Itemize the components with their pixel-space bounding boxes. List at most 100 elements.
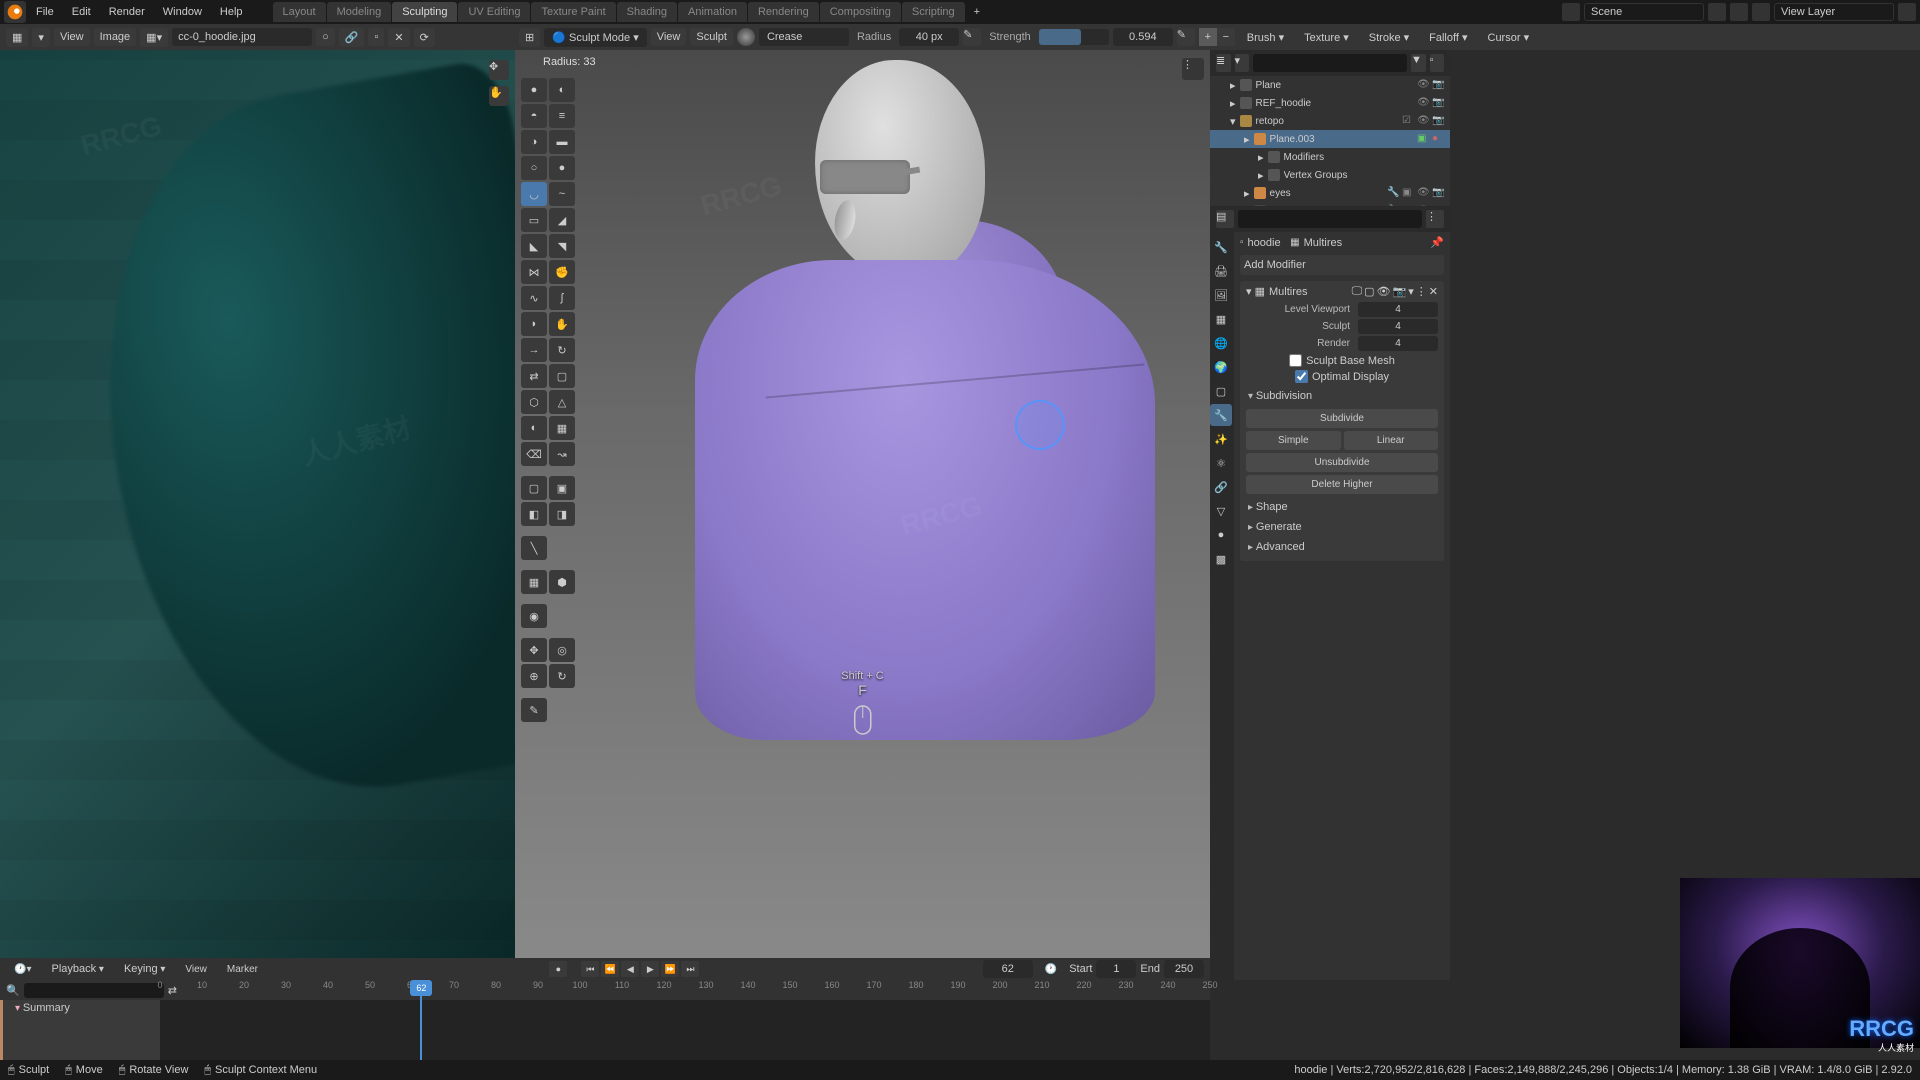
mod-realtime-icon[interactable]: 👁 xyxy=(1377,285,1391,298)
linear-button[interactable]: Linear xyxy=(1344,431,1439,450)
image-editor-viewport[interactable]: ✥ ✋ xyxy=(0,50,515,980)
outliner-display-mode-icon[interactable]: ▾ xyxy=(1235,54,1250,72)
subdivide-button[interactable]: Subdivide xyxy=(1246,409,1438,428)
scene-name-input[interactable] xyxy=(1584,3,1704,21)
tool-smooth[interactable]: ~ xyxy=(549,182,575,206)
tool-grab[interactable]: ✊ xyxy=(549,260,575,284)
tool-snake-hook[interactable]: ʃ xyxy=(549,286,575,310)
timeline-playback-menu[interactable]: Playback ▾ xyxy=(43,960,111,978)
image-mode-icon[interactable]: ▾ xyxy=(32,28,50,47)
tool-cloth[interactable]: ⬡ xyxy=(521,390,547,414)
tool-crease[interactable]: ◡ xyxy=(521,182,547,206)
current-frame-value[interactable]: 62 xyxy=(983,960,1033,978)
prop-tab-data[interactable]: ▽ xyxy=(1210,500,1232,522)
tool-clay-thumb[interactable]: ◑ xyxy=(521,130,547,154)
tool-box-mask[interactable]: ▢ xyxy=(521,476,547,500)
dd-falloff[interactable]: Falloff ▾ xyxy=(1421,28,1475,47)
tab-texture-paint[interactable]: Texture Paint xyxy=(531,2,615,22)
tool-edit-face-set[interactable]: ✥ xyxy=(521,638,547,662)
direction-add[interactable]: + xyxy=(1199,28,1217,46)
tab-uv-editing[interactable]: UV Editing xyxy=(458,2,530,22)
advanced-subpanel-header[interactable]: ▸ Advanced xyxy=(1246,537,1438,557)
optimal-display-checkbox[interactable] xyxy=(1295,370,1308,383)
prop-tab-tool[interactable]: 🔧 xyxy=(1210,236,1232,258)
render-level-value[interactable]: 4 xyxy=(1358,336,1438,351)
jump-prev-key-icon[interactable]: ⏪ xyxy=(601,961,619,977)
delete-higher-button[interactable]: Delete Higher xyxy=(1246,475,1438,494)
dd-cursor[interactable]: Cursor ▾ xyxy=(1480,28,1538,47)
menu-render[interactable]: Render xyxy=(101,2,153,22)
tool-fill[interactable]: ◢ xyxy=(549,208,575,232)
sculpt-base-mesh-checkbox[interactable] xyxy=(1289,354,1302,367)
viewlayer-icon[interactable] xyxy=(1752,3,1770,21)
dd-texture[interactable]: Texture ▾ xyxy=(1296,28,1357,47)
start-frame-value[interactable]: 1 xyxy=(1096,960,1136,978)
simple-button[interactable]: Simple xyxy=(1246,431,1341,450)
tool-flatten[interactable]: ▭ xyxy=(521,208,547,232)
generate-subpanel-header[interactable]: ▸ Generate xyxy=(1246,517,1438,537)
prop-tab-output[interactable]: 🖼 xyxy=(1210,284,1232,306)
add-workspace-button[interactable]: + xyxy=(966,2,988,22)
image-users-icon[interactable]: ○ xyxy=(316,28,335,46)
pin-icon[interactable]: 📌 xyxy=(1430,236,1444,249)
prop-tab-modifiers[interactable]: 🔧 xyxy=(1210,404,1232,426)
image-new-icon[interactable]: ▫ xyxy=(368,28,384,46)
mod-dropdown-icon[interactable]: ▾ xyxy=(1408,285,1414,298)
tool-layer[interactable]: ▬ xyxy=(549,130,575,154)
image-reload-icon[interactable]: ⟳ xyxy=(414,28,435,47)
play-icon[interactable]: ▶ xyxy=(641,961,659,977)
tab-animation[interactable]: Animation xyxy=(678,2,747,22)
tool-color-filter[interactable]: ◉ xyxy=(521,604,547,628)
scene-delete-icon[interactable] xyxy=(1730,3,1748,21)
editor-type-3dview-icon[interactable]: ⊞ xyxy=(519,28,540,47)
tool-scrape[interactable]: ◣ xyxy=(521,234,547,258)
tool-blob[interactable]: ● xyxy=(549,156,575,180)
image-menu-image[interactable]: Image xyxy=(94,28,137,46)
mod-close-icon[interactable]: ✕ xyxy=(1429,285,1438,298)
outliner-new-collection-icon[interactable]: ▫ xyxy=(1430,54,1445,72)
prop-tab-scene[interactable]: 🌐 xyxy=(1210,332,1232,354)
preview-range-icon[interactable]: 🕐 xyxy=(1037,961,1065,978)
tool-draw-sharp[interactable]: ◐ xyxy=(549,78,575,102)
tool-draw[interactable]: ● xyxy=(521,78,547,102)
tool-pose[interactable]: ✋ xyxy=(549,312,575,336)
prop-tab-physics[interactable]: ⚛ xyxy=(1210,452,1232,474)
timeline-keying-menu[interactable]: Keying ▾ xyxy=(116,960,173,978)
jump-next-key-icon[interactable]: ⏩ xyxy=(661,961,679,977)
image-filename-input[interactable] xyxy=(172,28,312,46)
summary-channel[interactable]: ▾ Summary xyxy=(0,1000,160,1060)
image-fakeuser-icon[interactable]: 🔗 xyxy=(339,28,365,47)
add-modifier-button[interactable]: Add Modifier xyxy=(1240,255,1444,275)
mod-render-icon[interactable]: 📷 xyxy=(1393,285,1407,298)
tab-compositing[interactable]: Compositing xyxy=(820,2,901,22)
move-tool-icon[interactable]: ✋ xyxy=(489,86,509,106)
tool-cloth-filter[interactable]: ⬢ xyxy=(549,570,575,594)
tab-layout[interactable]: Layout xyxy=(273,2,326,22)
tool-box-trim[interactable]: ◨ xyxy=(549,502,575,526)
dd-brush[interactable]: Brush ▾ xyxy=(1239,28,1292,47)
tab-sculpting[interactable]: Sculpting xyxy=(392,2,457,22)
mode-select[interactable]: 🔵 Sculpt Mode ▾ xyxy=(544,28,647,47)
blender-logo-icon[interactable] xyxy=(4,1,26,23)
playhead[interactable]: 62 xyxy=(420,980,422,1060)
tool-transform[interactable]: ⊕ xyxy=(521,664,547,688)
tool-boundary[interactable]: ▢ xyxy=(549,364,575,388)
viewlayer-name-input[interactable] xyxy=(1774,3,1894,21)
prop-tab-object[interactable]: ▢ xyxy=(1210,380,1232,402)
tool-multiplane-scrape[interactable]: ◥ xyxy=(549,234,575,258)
tool-multires-displacement-smear[interactable]: ↝ xyxy=(549,442,575,466)
mod-monitor-icon[interactable]: 🖵 xyxy=(1352,285,1363,298)
end-frame-value[interactable]: 250 xyxy=(1164,960,1204,978)
outliner-filter-icon[interactable]: ▼ xyxy=(1411,54,1426,72)
timeline-marker-menu[interactable]: Marker xyxy=(219,961,266,978)
timeline-view-menu[interactable]: View xyxy=(177,961,215,978)
timeline-type-icon[interactable]: 🕐▾ xyxy=(6,961,39,978)
tool-slide-relax[interactable]: ⇄ xyxy=(521,364,547,388)
prop-tab-viewlayer[interactable]: ▦ xyxy=(1210,308,1232,330)
cursor-tool-icon[interactable]: ✥ xyxy=(489,60,509,80)
prop-tab-particles[interactable]: ✨ xyxy=(1210,428,1232,450)
tool-mesh-filter[interactable]: ▦ xyxy=(521,570,547,594)
properties-options-icon[interactable]: ⋮ xyxy=(1426,210,1444,228)
image-menu-view[interactable]: View xyxy=(54,28,90,46)
properties-search-input[interactable] xyxy=(1238,210,1422,228)
